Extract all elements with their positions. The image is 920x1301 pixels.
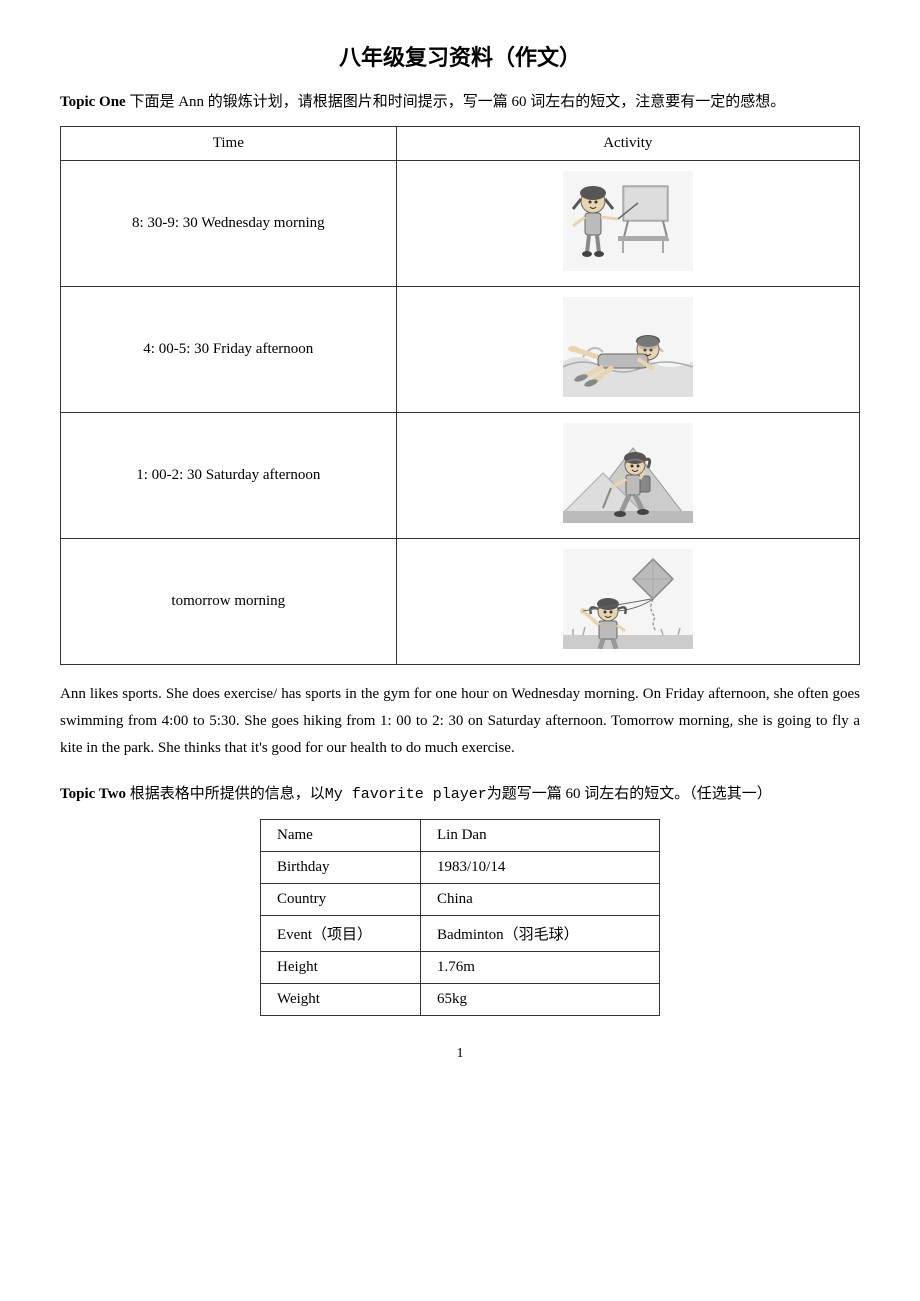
table-row: 8: 30-9: 30 Wednesday morning: [61, 160, 860, 286]
player-field-label: Name: [261, 820, 421, 852]
topic-one-text: 下面是 Ann 的锻炼计划，请根据图片和时间提示，写一篇 60 词左右的短文，注…: [129, 94, 785, 110]
player-table-row: NameLin Dan: [261, 820, 660, 852]
topic-one-label: Topic One: [60, 94, 126, 110]
topic-two-label: Topic Two: [60, 786, 126, 802]
col-header-activity: Activity: [396, 126, 859, 160]
topic-two-intro-part2: 为题写一篇 60 词左右的短文。（任选其一）: [487, 786, 772, 802]
player-field-label: Weight: [261, 984, 421, 1016]
player-field-value: 65kg: [421, 984, 660, 1016]
sample-text: Ann likes sports. She does exercise/ has…: [60, 681, 860, 762]
player-field-label: Birthday: [261, 852, 421, 884]
player-field-label: Country: [261, 884, 421, 916]
player-table: NameLin DanBirthday1983/10/14CountryChin…: [260, 819, 660, 1016]
page-title: 八年级复习资料（作文）: [60, 40, 860, 72]
gym-illustration: [563, 171, 693, 271]
player-field-value: Lin Dan: [421, 820, 660, 852]
activity-cell-2: [396, 286, 859, 412]
activity-cell-3: [396, 412, 859, 538]
time-cell-2: 4: 00-5: 30 Friday afternoon: [61, 286, 397, 412]
topic-two-monospace: My favorite player: [325, 786, 487, 803]
player-table-row: CountryChina: [261, 884, 660, 916]
player-table-row: Weight65kg: [261, 984, 660, 1016]
swimming-illustration: [563, 297, 693, 397]
player-table-row: Birthday1983/10/14: [261, 852, 660, 884]
time-cell-3: 1: 00-2: 30 Saturday afternoon: [61, 412, 397, 538]
activity-cell-4: [396, 538, 859, 664]
player-field-value: 1983/10/14: [421, 852, 660, 884]
topic-two-intro: Topic Two 根据表格中所提供的信息，以My favorite playe…: [60, 782, 860, 808]
schedule-table: Time Activity 8: 30-9: 30 Wednesday morn…: [60, 126, 860, 665]
activity-cell-1: [396, 160, 859, 286]
topic-two-intro-part1: 根据表格中所提供的信息，以: [130, 786, 325, 802]
col-header-time: Time: [61, 126, 397, 160]
player-table-row: Event（项目）Badminton（羽毛球）: [261, 916, 660, 952]
time-cell-4: tomorrow morning: [61, 538, 397, 664]
player-field-label: Event（项目）: [261, 916, 421, 952]
table-row: 1: 00-2: 30 Saturday afternoon: [61, 412, 860, 538]
topic-one-intro: Topic One 下面是 Ann 的锻炼计划，请根据图片和时间提示，写一篇 6…: [60, 90, 860, 116]
page-number: 1: [60, 1046, 860, 1062]
table-row: 4: 00-5: 30 Friday afternoon: [61, 286, 860, 412]
kite-illustration: [563, 549, 693, 649]
player-table-row: Height1.76m: [261, 952, 660, 984]
player-field-value: Badminton（羽毛球）: [421, 916, 660, 952]
player-field-value: 1.76m: [421, 952, 660, 984]
hiking-illustration: [563, 423, 693, 523]
time-cell-1: 8: 30-9: 30 Wednesday morning: [61, 160, 397, 286]
player-field-value: China: [421, 884, 660, 916]
table-row: tomorrow morning: [61, 538, 860, 664]
player-field-label: Height: [261, 952, 421, 984]
